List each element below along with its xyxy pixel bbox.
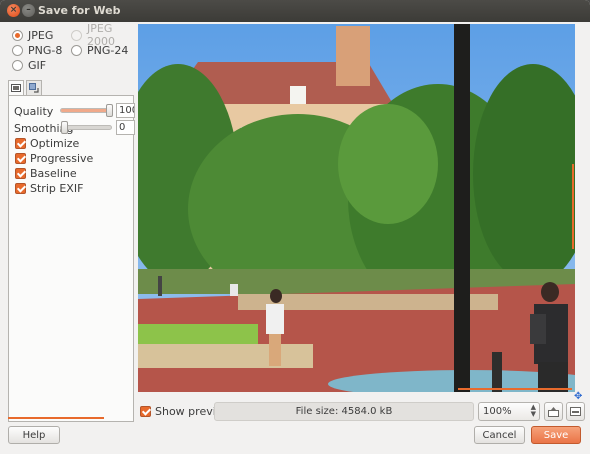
minimize-window-button[interactable]: –	[22, 4, 35, 17]
progress-bar	[8, 417, 104, 419]
smoothing-slider[interactable]	[60, 121, 112, 134]
optimize-option[interactable]: Optimize	[15, 136, 79, 150]
vertical-scroll-indicator[interactable]	[572, 164, 574, 249]
show-preview-checkbox[interactable]	[140, 406, 151, 417]
zoom-arrows-icon: ▲ ▼	[530, 403, 536, 418]
zoom-value: 100%	[483, 406, 512, 417]
image-settings-icon	[11, 84, 21, 92]
navigate-icon[interactable]: ✥	[574, 391, 582, 402]
cancel-button[interactable]: Cancel	[474, 426, 525, 444]
quality-slider-fill	[61, 109, 111, 112]
strip-exif-checkbox[interactable]	[15, 182, 26, 194]
optimize-checkbox[interactable]	[15, 137, 26, 149]
preview-photo	[138, 24, 575, 392]
zoom-select[interactable]: 100% ▲ ▼	[478, 402, 540, 421]
window-title: Save for Web	[38, 4, 121, 17]
title-bar: × – Save for Web	[0, 0, 590, 22]
format-jpeg2000-radio	[71, 29, 82, 41]
format-jpeg-radio[interactable]	[12, 29, 23, 41]
format-gif-label: GIF	[28, 58, 47, 72]
quality-slider[interactable]	[60, 104, 113, 117]
smoothing-slider-handle[interactable]	[61, 121, 68, 134]
baseline-option[interactable]: Baseline	[15, 166, 77, 180]
resize-icon	[29, 83, 39, 93]
progressive-option[interactable]: Progressive	[15, 151, 93, 165]
format-jpeg-option[interactable]: JPEG	[12, 28, 53, 42]
format-gif-radio[interactable]	[12, 59, 23, 71]
format-jpeg2000-option: JPEG 2000	[71, 22, 136, 48]
minimize-icon: –	[26, 5, 31, 15]
optimize-label: Optimize	[30, 136, 80, 150]
format-gif-option[interactable]: GIF	[12, 58, 46, 72]
fit-view-button[interactable]	[566, 402, 585, 421]
image-preview[interactable]	[138, 24, 575, 392]
file-size-display: File size: 4584.0 kB	[214, 402, 474, 421]
strip-exif-label: Strip EXIF	[30, 181, 84, 195]
format-jpeg-label: JPEG	[28, 28, 54, 42]
format-png8-label: PNG-8	[28, 43, 63, 57]
tab-image-settings[interactable]	[8, 80, 24, 96]
horizontal-scroll-indicator[interactable]	[458, 388, 572, 390]
strip-exif-option[interactable]: Strip EXIF	[15, 181, 83, 195]
quality-value-field[interactable]: 100	[116, 103, 135, 118]
export-icon	[548, 406, 559, 417]
format-png24-radio[interactable]	[71, 44, 82, 56]
baseline-label: Baseline	[30, 166, 77, 180]
image-settings-pane: Quality 100 Smoothing 0 Optimize Progres…	[8, 95, 135, 422]
settings-panel: JPEG JPEG 2000 PNG-8 PNG-24 GIF Quality …	[6, 22, 136, 422]
save-for-web-window: × – Save for Web JPEG JPEG 2000 PNG-8 PN…	[0, 0, 590, 454]
smoothing-value-field[interactable]: 0	[116, 120, 135, 135]
quality-label: Quality	[14, 105, 54, 118]
save-button[interactable]: Save	[531, 426, 581, 444]
baseline-checkbox[interactable]	[15, 167, 26, 179]
format-png8-radio[interactable]	[12, 44, 23, 56]
close-icon: ×	[9, 5, 18, 15]
close-window-button[interactable]: ×	[7, 4, 20, 17]
format-png24-option[interactable]: PNG-24	[71, 43, 128, 57]
quality-slider-handle[interactable]	[106, 104, 113, 117]
progressive-label: Progressive	[30, 151, 94, 165]
format-png24-label: PNG-24	[87, 43, 129, 57]
progressive-checkbox[interactable]	[15, 152, 26, 164]
help-button[interactable]: Help	[8, 426, 60, 444]
export-image-button[interactable]	[544, 402, 563, 421]
format-png8-option[interactable]: PNG-8	[12, 43, 62, 57]
fit-view-icon	[570, 407, 581, 416]
tab-resize[interactable]	[26, 80, 42, 96]
